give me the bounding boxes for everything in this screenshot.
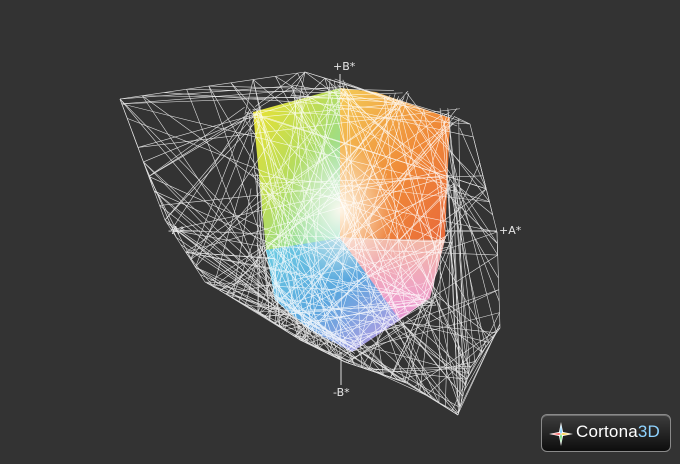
- 3d-viewport[interactable]: +B* -B* +A* -A* Cortona3D: [0, 0, 680, 460]
- axis-label-plus-a: +A*: [499, 224, 521, 237]
- axis-label-plus-b: +B*: [333, 60, 355, 73]
- sparkle-icon: [548, 421, 574, 447]
- brand-wordmark: Cortona3D: [576, 422, 660, 442]
- axis-label-minus-b: -B*: [333, 386, 350, 399]
- axis-label-minus-a: -A*: [168, 224, 185, 237]
- brand-accent: 3D: [638, 422, 660, 441]
- cortona3d-badge[interactable]: Cortona3D: [541, 414, 671, 452]
- brand-main: Cortona: [576, 422, 638, 441]
